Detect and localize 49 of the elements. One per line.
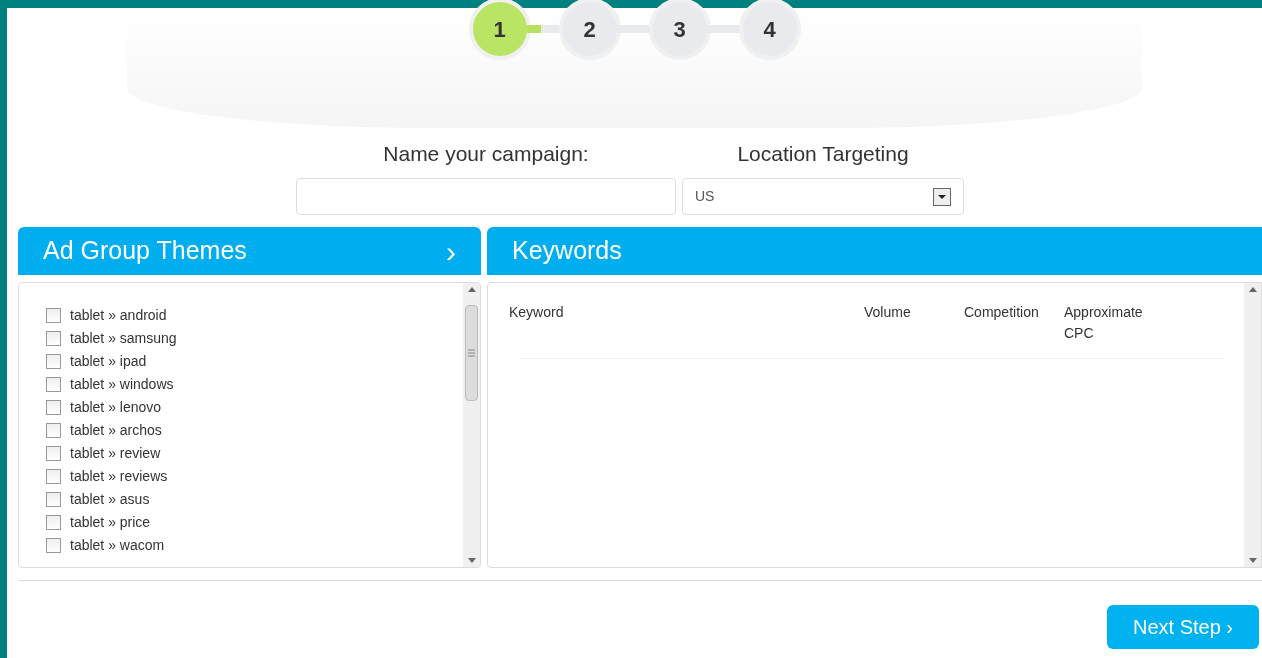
theme-item[interactable]: tablet » android [46, 304, 463, 327]
checkbox[interactable] [46, 423, 61, 438]
checkbox[interactable] [46, 538, 61, 553]
dropdown-icon [933, 187, 951, 206]
theme-label: tablet » android [70, 306, 167, 325]
scroll-down-icon[interactable] [467, 558, 476, 563]
scroll-thumb[interactable] [465, 305, 478, 401]
location-label: Location Targeting [737, 141, 909, 167]
theme-item[interactable]: tablet » samsung [46, 327, 463, 350]
grip-icon [468, 349, 475, 357]
theme-label: tablet » price [70, 513, 151, 532]
theme-item[interactable]: tablet » wacom [46, 534, 463, 557]
theme-item[interactable]: tablet » ipad [46, 350, 463, 373]
theme-item[interactable]: tablet » archos [46, 419, 463, 442]
theme-label: tablet » lenovo [70, 398, 162, 417]
checkbox[interactable] [46, 446, 61, 461]
panel-title: Keywords [512, 235, 622, 267]
theme-label: tablet » samsung [70, 329, 177, 348]
panel-title: Ad Group Themes [43, 235, 247, 267]
checkbox[interactable] [46, 331, 61, 346]
checkbox[interactable] [46, 515, 61, 530]
theme-label: tablet » wacom [70, 536, 165, 555]
checkbox[interactable] [46, 308, 61, 323]
theme-item[interactable]: tablet » reviews [46, 465, 463, 488]
checkbox[interactable] [46, 469, 61, 484]
theme-label: tablet » archos [70, 421, 162, 440]
checkbox[interactable] [46, 377, 61, 392]
theme-label: tablet » review [70, 444, 161, 463]
theme-label: tablet » ipad [70, 352, 147, 371]
checkbox[interactable] [46, 400, 61, 415]
campaign-label: Name your campaign: [383, 141, 589, 167]
location-select[interactable]: US [682, 178, 964, 215]
theme-label: tablet » reviews [70, 467, 168, 486]
theme-item[interactable]: tablet » review [46, 442, 463, 465]
scroll-up-icon[interactable] [467, 287, 476, 292]
theme-item[interactable]: tablet » asus [46, 488, 463, 511]
scrollbar[interactable] [463, 283, 480, 567]
scrollbar[interactable] [1244, 283, 1261, 567]
column-header: Approximate CPC [1064, 303, 1144, 343]
theme-item[interactable]: tablet » windows [46, 373, 463, 396]
theme-label: tablet » windows [70, 375, 174, 394]
checkbox[interactable] [46, 492, 61, 507]
theme-label: tablet » asus [70, 490, 150, 509]
scroll-down-icon[interactable] [1248, 558, 1257, 563]
scroll-up-icon[interactable] [1248, 287, 1257, 292]
checkbox[interactable] [46, 354, 61, 369]
theme-item[interactable]: tablet » price [46, 511, 463, 534]
campaign-name-field[interactable] [296, 178, 676, 215]
theme-item[interactable]: tablet » lenovo [46, 396, 463, 419]
